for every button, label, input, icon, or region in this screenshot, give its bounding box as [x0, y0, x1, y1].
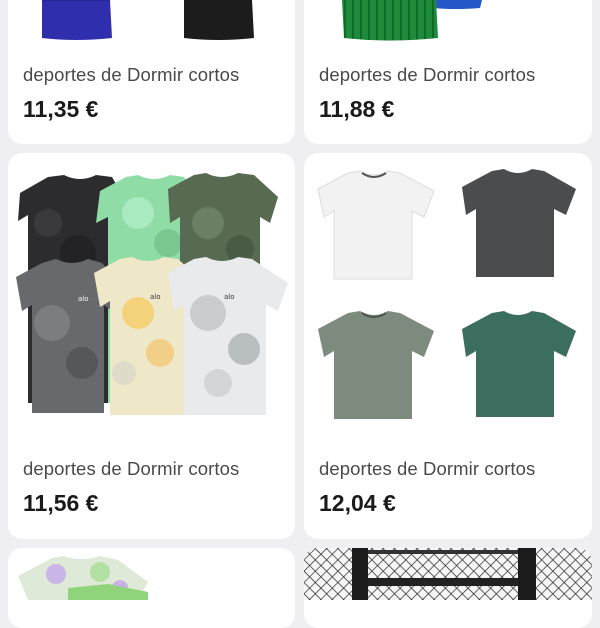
product-card[interactable]: deportes de Dormir cortos 11,88 €: [304, 0, 592, 144]
product-image: [42, 0, 254, 40]
frame-post: [518, 548, 536, 600]
product-title: deportes de Dormir cortos: [23, 64, 240, 85]
shirt-sage: [318, 311, 434, 419]
product-image: [317, 169, 576, 419]
black-shirt: [184, 0, 254, 40]
product-image: [18, 556, 148, 600]
product-title: deportes de Dormir cortos: [319, 64, 536, 85]
product-card[interactable]: deportes de Dormir cortos 11,35 €: [8, 0, 295, 144]
frame-bar: [368, 578, 518, 586]
product-price: 11,88 €: [319, 96, 395, 122]
mesh-panel: [304, 548, 592, 600]
shirt-white: [317, 170, 435, 280]
frame-post: [352, 548, 368, 600]
product-price: 12,04 €: [319, 490, 396, 516]
product-card[interactable]: [8, 548, 295, 628]
striped-green-shirt: [342, 0, 438, 41]
product-price: 11,35 €: [23, 96, 99, 122]
shirt-teal: [462, 311, 576, 417]
product-card[interactable]: deportes de Dormir cortos 12,04 €: [304, 153, 592, 539]
brand-logo: alo: [224, 293, 235, 301]
product-card[interactable]: alo alo alo deportes de Dormir cortos 11…: [8, 153, 295, 539]
frame-bar: [368, 550, 518, 554]
shirt-white-camo: alo: [168, 257, 288, 415]
product-image: alo alo alo: [16, 173, 288, 415]
product-title: deportes de Dormir cortos: [23, 458, 240, 479]
product-image: [304, 548, 592, 600]
product-price: 11,56 €: [23, 490, 99, 516]
shirt-charcoal: [462, 169, 576, 277]
blue-shirt-back: [432, 0, 482, 9]
product-image: [342, 0, 482, 41]
brand-logo: alo: [78, 295, 89, 303]
product-title: deportes de Dormir cortos: [319, 458, 536, 479]
product-card[interactable]: [304, 548, 592, 628]
brand-logo: alo: [150, 293, 161, 301]
blue-shirt: [42, 0, 112, 40]
